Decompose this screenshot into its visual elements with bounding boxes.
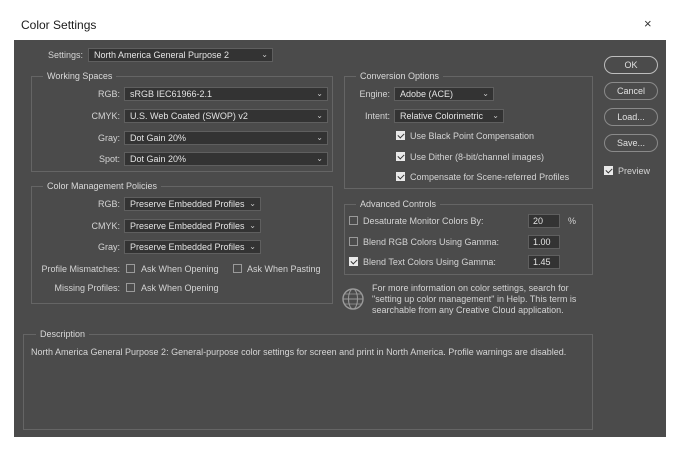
blend-rgb-input[interactable]: 1.00: [528, 235, 560, 249]
chevron-down-icon: ⌄: [249, 242, 256, 251]
mismatch-ask-opening-checkbox[interactable]: [126, 264, 135, 273]
globe-icon: [342, 288, 364, 310]
black-point-label: Use Black Point Compensation: [410, 131, 535, 141]
policies-legend: Color Management Policies: [43, 181, 162, 191]
cmp-gray-dropdown[interactable]: Preserve Embedded Profiles ⌄: [124, 240, 261, 254]
ws-rgb-dropdown[interactable]: sRGB IEC61966-2.1 ⌄: [124, 87, 328, 101]
dither-label: Use Dither (8-bit/channel images): [410, 152, 545, 162]
settings-value: North America General Purpose 2: [94, 50, 230, 60]
mismatch-ask-opening-label: Ask When Opening: [141, 264, 219, 274]
desaturate-unit: %: [568, 216, 577, 226]
ws-cmyk-dropdown[interactable]: U.S. Web Coated (SWOP) v2 ⌄: [124, 109, 328, 123]
intent-dropdown[interactable]: Relative Colorimetric ⌄: [394, 109, 504, 123]
info-text: For more information on color settings, …: [372, 283, 577, 315]
cmp-cmyk-value: Preserve Embedded Profiles: [130, 221, 245, 231]
ws-spot-label: Spot:: [98, 154, 120, 164]
desaturate-label: Desaturate Monitor Colors By:: [363, 216, 484, 226]
chevron-down-icon: ⌄: [316, 154, 323, 163]
ws-cmyk-label: CMYK:: [91, 111, 120, 121]
ws-rgb-label: RGB:: [97, 89, 120, 99]
ws-spot-dropdown[interactable]: Dot Gain 20% ⌄: [124, 152, 328, 166]
save-button[interactable]: Save...: [604, 134, 658, 152]
window-title: Color Settings: [21, 18, 97, 32]
conversion-legend: Conversion Options: [356, 71, 444, 81]
chevron-down-icon: ⌄: [492, 111, 499, 120]
description-legend: Description: [36, 329, 90, 339]
chevron-down-icon: ⌄: [482, 89, 489, 98]
cmp-rgb-dropdown[interactable]: Preserve Embedded Profiles ⌄: [124, 197, 261, 211]
working-spaces-legend: Working Spaces: [43, 71, 117, 81]
blend-rgb-label: Blend RGB Colors Using Gamma:: [363, 237, 500, 247]
ws-gray-dropdown[interactable]: Dot Gain 20% ⌄: [124, 131, 328, 145]
engine-label: Engine:: [359, 89, 390, 99]
chevron-down-icon: ⌄: [316, 89, 323, 98]
dither-checkbox[interactable]: [396, 152, 405, 161]
close-icon[interactable]: ×: [644, 16, 652, 31]
chevron-down-icon: ⌄: [316, 111, 323, 120]
load-button[interactable]: Load...: [604, 108, 658, 126]
blend-rgb-checkbox[interactable]: [349, 237, 358, 246]
ws-rgb-value: sRGB IEC61966-2.1: [130, 89, 213, 99]
chevron-down-icon: ⌄: [261, 50, 268, 59]
intent-label: Intent:: [364, 111, 390, 121]
mismatch-ask-pasting-label: Ask When Pasting: [247, 264, 321, 274]
ws-gray-value: Dot Gain 20%: [130, 133, 187, 143]
missing-ask-opening-label: Ask When Opening: [141, 283, 219, 293]
desaturate-checkbox[interactable]: [349, 216, 358, 225]
chevron-down-icon: ⌄: [249, 199, 256, 208]
engine-value: Adobe (ACE): [400, 89, 454, 99]
preview-checkbox[interactable]: [604, 166, 613, 175]
title-bar: [0, 0, 680, 40]
cmp-rgb-value: Preserve Embedded Profiles: [130, 199, 245, 209]
cmp-cmyk-dropdown[interactable]: Preserve Embedded Profiles ⌄: [124, 219, 261, 233]
scene-referred-checkbox[interactable]: [396, 172, 405, 181]
cmp-rgb-label: RGB:: [97, 199, 120, 209]
preview-label: Preview: [618, 166, 651, 176]
missing-profiles-label: Missing Profiles:: [54, 283, 120, 293]
missing-ask-opening-checkbox[interactable]: [126, 283, 135, 292]
advanced-legend: Advanced Controls: [356, 199, 441, 209]
scene-referred-label: Compensate for Scene-referred Profiles: [410, 172, 570, 182]
settings-dropdown[interactable]: North America General Purpose 2 ⌄: [88, 48, 273, 62]
blend-text-label: Blend Text Colors Using Gamma:: [363, 257, 496, 267]
cancel-button[interactable]: Cancel: [604, 82, 658, 100]
chevron-down-icon: ⌄: [249, 221, 256, 230]
blend-text-input[interactable]: 1.45: [528, 255, 560, 269]
engine-dropdown[interactable]: Adobe (ACE) ⌄: [394, 87, 494, 101]
cmp-gray-label: Gray:: [97, 242, 120, 252]
blend-text-checkbox[interactable]: [349, 257, 358, 266]
cmp-gray-value: Preserve Embedded Profiles: [130, 242, 245, 252]
settings-label: Settings:: [48, 50, 84, 60]
ws-spot-value: Dot Gain 20%: [130, 154, 187, 164]
cmp-cmyk-label: CMYK:: [91, 221, 120, 231]
intent-value: Relative Colorimetric: [400, 111, 484, 121]
ws-cmyk-value: U.S. Web Coated (SWOP) v2: [130, 111, 248, 121]
desaturate-input[interactable]: 20: [528, 214, 560, 228]
mismatch-ask-pasting-checkbox[interactable]: [233, 264, 242, 273]
chevron-down-icon: ⌄: [316, 133, 323, 142]
profile-mismatches-label: Profile Mismatches:: [41, 264, 120, 274]
description-text: North America General Purpose 2: General…: [31, 347, 567, 357]
black-point-checkbox[interactable]: [396, 131, 405, 140]
ok-button[interactable]: OK: [604, 56, 658, 74]
ws-gray-label: Gray:: [97, 133, 120, 143]
